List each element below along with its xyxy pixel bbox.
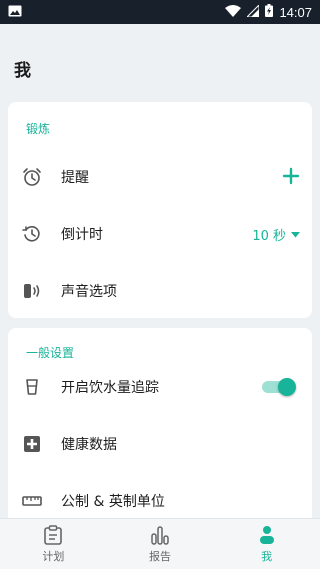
image-icon — [8, 5, 22, 20]
speaker-icon — [22, 281, 42, 301]
nav-tab-plan-label: 计划 — [42, 550, 65, 563]
water-tracking-row[interactable]: 开启饮水量追踪 — [8, 365, 312, 409]
clipboard-icon — [42, 524, 64, 546]
bar-chart-icon — [149, 524, 171, 546]
wifi-icon — [225, 4, 242, 20]
units-row[interactable]: 公制 & 英制单位 — [8, 479, 312, 518]
general-section-header: 一般设置 — [26, 346, 75, 360]
nav-tab-report[interactable]: 报告 — [107, 519, 214, 569]
health-plus-icon — [22, 434, 42, 454]
history-icon — [22, 224, 42, 244]
health-data-label: 健康数据 — [61, 437, 117, 453]
nav-tab-plan[interactable]: 计划 — [0, 519, 107, 569]
water-tracking-label: 开启饮水量追踪 — [61, 380, 159, 396]
cup-icon — [22, 377, 42, 397]
plus-icon[interactable] — [280, 165, 302, 187]
countdown-label: 倒计时 — [61, 227, 103, 243]
battery-charging-icon — [265, 4, 274, 20]
sound-options-row[interactable]: 声音选项 — [8, 269, 312, 313]
nav-tab-report-label: 报告 — [149, 550, 171, 563]
general-settings-card: 一般设置 开启饮水量追踪 健康数据 公制 & 英制单位 — [8, 328, 312, 518]
page-title: 我 — [14, 61, 31, 81]
signal-icon — [246, 3, 260, 20]
water-tracking-toggle[interactable] — [260, 378, 296, 396]
alarm-clock-icon — [22, 167, 42, 187]
countdown-row[interactable]: 倒计时 10 秒 — [8, 212, 312, 256]
exercise-section-header: 锻炼 — [26, 122, 51, 136]
reminder-label: 提醒 — [61, 170, 89, 186]
bottom-nav: 计划 报告 我 — [0, 518, 320, 569]
toggle-knob — [278, 378, 296, 396]
ruler-icon — [22, 491, 42, 511]
person-icon — [256, 524, 278, 546]
status-time: 14:07 — [279, 4, 312, 20]
countdown-dropdown[interactable]: 10 秒 — [252, 225, 300, 244]
caret-down-icon — [291, 227, 300, 242]
status-bar: 14:07 — [0, 0, 320, 24]
nav-tab-me[interactable]: 我 — [213, 519, 320, 569]
nav-tab-me-label: 我 — [261, 550, 273, 563]
reminder-row[interactable]: 提醒 — [8, 155, 312, 199]
exercise-card: 锻炼 提醒 倒计时 10 秒 声音选项 — [8, 102, 312, 318]
sound-options-label: 声音选项 — [61, 284, 117, 300]
countdown-value: 10 秒 — [252, 228, 286, 244]
units-label: 公制 & 英制单位 — [61, 494, 165, 510]
health-data-row[interactable]: 健康数据 — [8, 422, 312, 466]
